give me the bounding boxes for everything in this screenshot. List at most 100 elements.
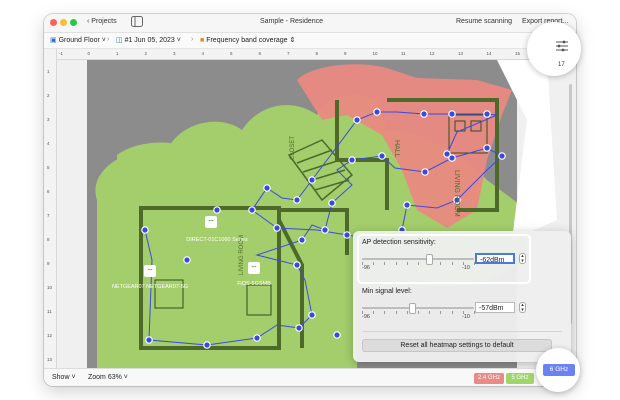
room-label: LIVING ROOM [453,170,460,217]
scan-point[interactable] [378,152,386,160]
slider-tick [406,311,408,314]
ruler-tick-label: 7 [47,213,50,218]
scan-point[interactable] [483,110,491,118]
resume-scanning-button[interactable]: Resume scanning [456,18,512,25]
signal-value-field[interactable]: -57dBm [475,302,515,313]
sliders-icon[interactable] [555,39,569,52]
slider-tick [474,311,475,314]
slider-knob[interactable] [426,254,434,265]
sensitivity-min-label: -96 [362,265,370,271]
scan-point[interactable] [273,224,281,232]
scan-point[interactable] [213,206,221,214]
scan-point[interactable] [353,116,361,124]
slider-tick [373,311,375,314]
scan-point[interactable] [498,152,506,160]
scan-point[interactable] [483,144,491,152]
scan-point[interactable] [308,311,316,319]
scan-point[interactable] [448,110,456,118]
ruler-tick-label: 3 [173,51,176,56]
ruler-tick-label: 5 [230,51,233,56]
horizontal-ruler: -1 0 1 2 3 4 5 6 7 8 9 10 11 12 13 14 15 [56,49,576,60]
scan-point[interactable] [343,231,351,239]
sensitivity-stepper[interactable]: ▴ ▾ [519,253,526,264]
scan-selector[interactable]: ◫ #1 Jun 05, 2023 ˅ [116,36,181,44]
sensitivity-value-field[interactable]: -62dBm [475,253,515,264]
scan-point[interactable] [421,168,429,176]
reset-settings-button[interactable]: Reset all heatmap settings to default [362,339,552,352]
ruler-tick-label: 2 [47,93,50,98]
ruler-tick-label: 14 [486,51,492,56]
ruler-tick-label: 0 [87,51,91,56]
signal-slider[interactable] [362,307,474,309]
heatmap-settings-popover: AP detection sensitivity: -96 -10 -62dBm… [353,231,571,362]
titlebar: ‹ Projects Sample - Residence Resume sca… [44,14,576,33]
close-button[interactable] [50,19,57,26]
band-2ghz-button[interactable]: 2.4 GHz [474,373,504,384]
view-selector[interactable]: ■ Frequency band coverage ⇕ [200,36,295,44]
vertical-ruler: 1 2 3 4 5 6 7 8 9 10 11 12 13 [44,49,57,368]
wifi-icon: ⌔ [207,218,215,227]
scan-point[interactable] [293,196,301,204]
zoom-menu[interactable]: Zoom 63% ˅ [88,374,128,381]
scan-point[interactable] [348,156,356,164]
scan-point[interactable] [263,184,271,192]
band-6ghz-button[interactable]: 6 GHz [543,364,575,376]
ruler-tick-label: 12 [47,333,53,338]
ruler-tick-17: 17 [558,62,565,68]
chevron-down-icon: ˅ [69,374,76,381]
sensitivity-max-label: -10 [462,265,470,271]
scan-point[interactable] [403,201,411,209]
ruler-tick-label: 13 [47,357,53,362]
slider-tick [362,311,363,314]
ruler-tick-label: 11 [401,51,406,56]
band-5ghz-button[interactable]: 5 GHz [506,373,534,384]
zoom-button[interactable] [70,19,77,26]
ruler-tick-label: 8 [47,237,50,242]
floor-selector[interactable]: ▣ Ground Floor ˅ [50,36,106,44]
ruler-tick-label: 1 [47,69,50,74]
divider [362,331,562,332]
scan-point[interactable] [203,341,211,349]
ruler-tick-label: 5 [47,165,50,170]
scan-point[interactable] [321,226,329,234]
ruler-tick-label: 4 [201,51,205,56]
slider-tick [395,311,397,314]
slider-tick [418,311,419,314]
signal-max-label: -10 [462,314,470,320]
scan-point[interactable] [248,206,256,214]
scan-point[interactable] [253,334,261,342]
scan-icon: ◫ [116,37,125,44]
breadcrumb-separator-icon: › [191,36,194,43]
chevron-down-icon: ˅ [121,374,128,381]
scan-point[interactable] [293,261,301,269]
scan-point[interactable] [333,331,341,339]
breadcrumb: ▣ Ground Floor ˅ › ◫ #1 Jun 05, 2023 ˅ ›… [44,33,576,49]
ruler-tick-label: 9 [47,261,50,266]
scan-point[interactable] [308,176,316,184]
scan-point[interactable] [298,236,306,244]
show-menu[interactable]: Show ˅ [52,374,76,381]
ruler-tick-label: 6 [258,51,262,56]
sensitivity-slider[interactable] [362,258,474,260]
signal-stepper[interactable]: ▴ ▾ [519,302,526,313]
scan-point[interactable] [141,226,149,234]
ruler-tick-label: 6 [47,189,50,194]
sidebar-toggle-icon[interactable] [131,16,143,29]
scan-point[interactable] [183,256,191,264]
scan-point[interactable] [145,336,153,344]
scan-point[interactable] [373,108,381,116]
scan-point[interactable] [420,110,428,118]
slider-tick [451,262,453,265]
slider-knob[interactable] [409,303,417,314]
bottom-toolbar: Show ˅ Zoom 63% ˅ 2.4 GHz 5 GHz [44,368,576,386]
scan-point[interactable] [328,199,336,207]
back-button[interactable]: ‹ Projects [87,18,117,25]
slider-tick [462,311,464,314]
scan-point[interactable] [295,324,303,332]
slider-tick [440,262,442,265]
ruler-tick-label: 13 [458,51,464,56]
minimize-button[interactable] [60,19,67,26]
ruler-tick-label: 2 [144,51,148,56]
scan-point[interactable] [443,150,451,158]
ruler-tick-label: 12 [429,51,435,56]
